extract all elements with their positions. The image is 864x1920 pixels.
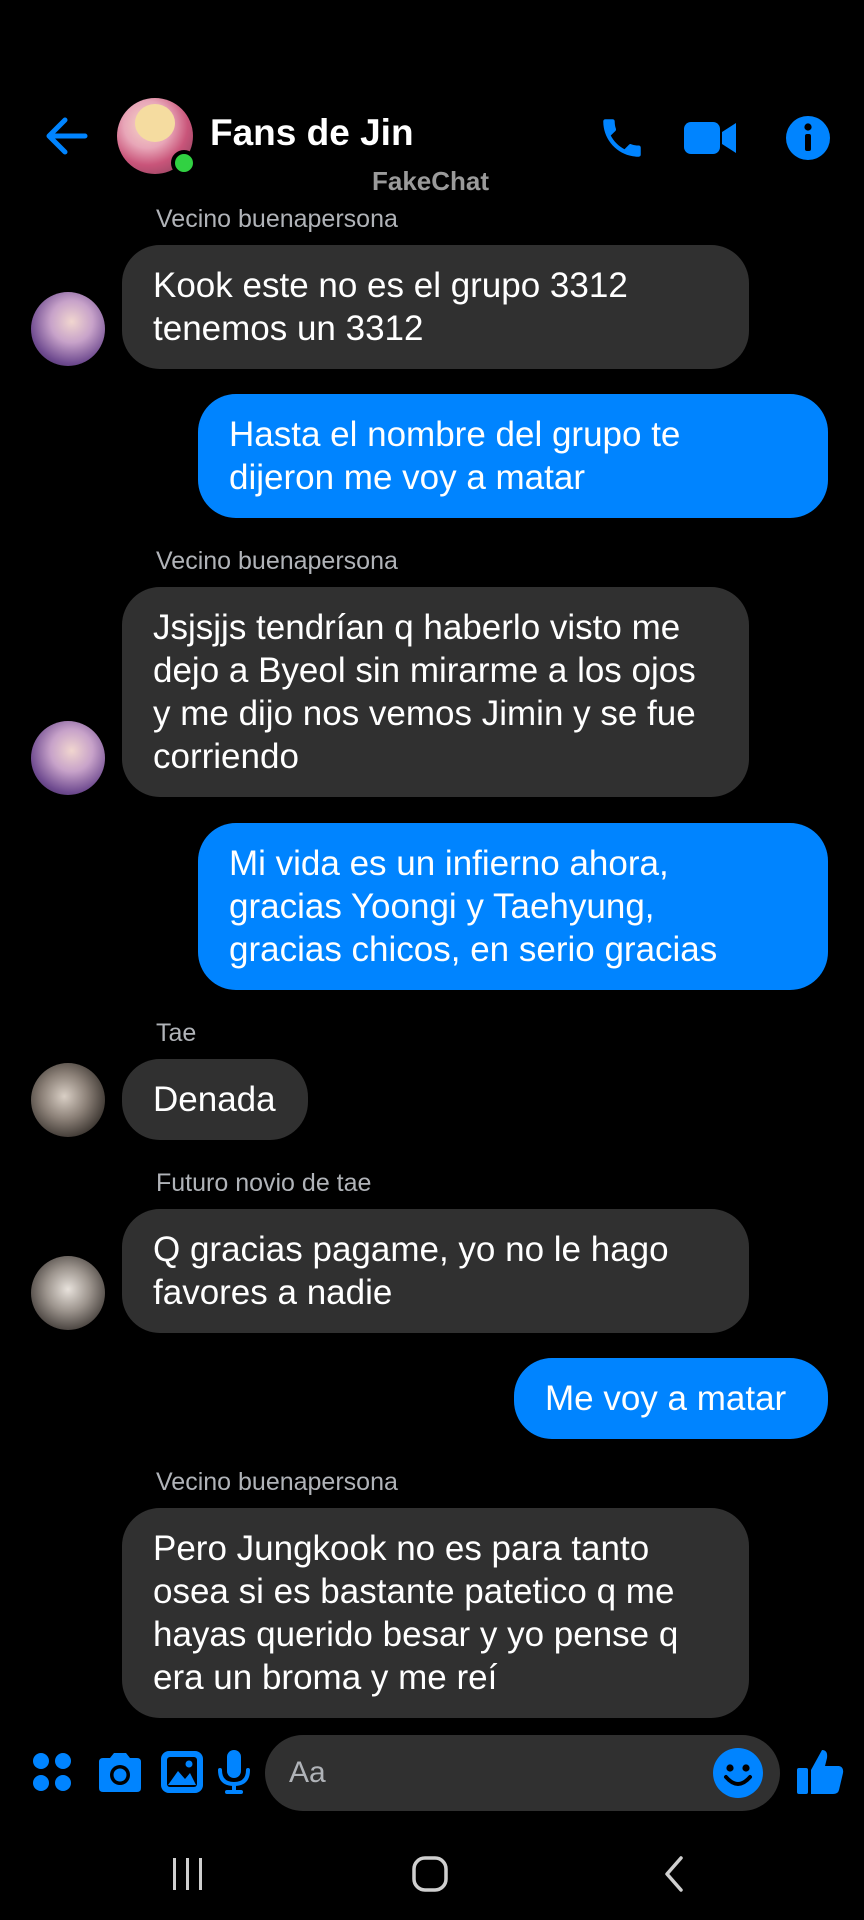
- message-input-container: [265, 1735, 780, 1811]
- message-bubble-incoming[interactable]: Kook este no es el grupo 3312 tenemos un…: [122, 245, 749, 369]
- video-camera-icon[interactable]: [680, 108, 740, 168]
- online-status-dot: [171, 150, 197, 176]
- home-icon[interactable]: [390, 1846, 470, 1902]
- emoji-icon[interactable]: [710, 1745, 766, 1801]
- sender-avatar[interactable]: [31, 1063, 105, 1137]
- message-input[interactable]: [289, 1735, 709, 1811]
- image-icon[interactable]: [154, 1744, 210, 1800]
- message-bubble-outgoing[interactable]: Mi vida es un infierno ahora, gracias Yo…: [198, 823, 828, 990]
- sender-avatar[interactable]: [31, 1256, 105, 1330]
- chat-title[interactable]: Fans de Jin: [210, 112, 414, 154]
- microphone-icon[interactable]: [206, 1744, 262, 1800]
- watermark: FakeChat: [372, 166, 490, 196]
- nav-back-icon[interactable]: [634, 1846, 714, 1902]
- recent-apps-icon[interactable]: [148, 1846, 228, 1902]
- message-bubble-outgoing[interactable]: Me voy a matar: [514, 1358, 828, 1439]
- group-avatar[interactable]: [117, 98, 197, 176]
- message-bubble-incoming[interactable]: Q gracias pagame, yo no le hago favores …: [122, 1209, 749, 1333]
- sender-name: Vecino buenapersona: [156, 205, 398, 233]
- message-bubble-incoming[interactable]: Jsjsjjs tendrían q haberlo visto me dejo…: [122, 587, 749, 797]
- apps-grid-icon[interactable]: [24, 1744, 80, 1800]
- sender-avatar[interactable]: [31, 721, 105, 795]
- chat-header: Fans de Jin FakeChat: [0, 0, 864, 200]
- sender-name: Vecino buenapersona: [156, 1468, 398, 1496]
- sender-name: Vecino buenapersona: [156, 547, 398, 575]
- message-bubble-outgoing[interactable]: Hasta el nombre del grupo te dijeron me …: [198, 394, 828, 518]
- back-arrow-icon[interactable]: [38, 108, 94, 164]
- phone-icon[interactable]: [592, 108, 652, 168]
- camera-icon[interactable]: [92, 1744, 148, 1800]
- sender-avatar[interactable]: [31, 292, 105, 366]
- sender-name: Tae: [156, 1019, 197, 1047]
- thumbs-up-icon[interactable]: [792, 1744, 848, 1800]
- info-icon[interactable]: [778, 108, 838, 168]
- message-bubble-incoming[interactable]: Denada: [122, 1059, 308, 1140]
- sender-name: Futuro novio de tae: [156, 1169, 372, 1197]
- message-bubble-incoming[interactable]: Pero Jungkook no es para tanto osea si e…: [122, 1508, 749, 1718]
